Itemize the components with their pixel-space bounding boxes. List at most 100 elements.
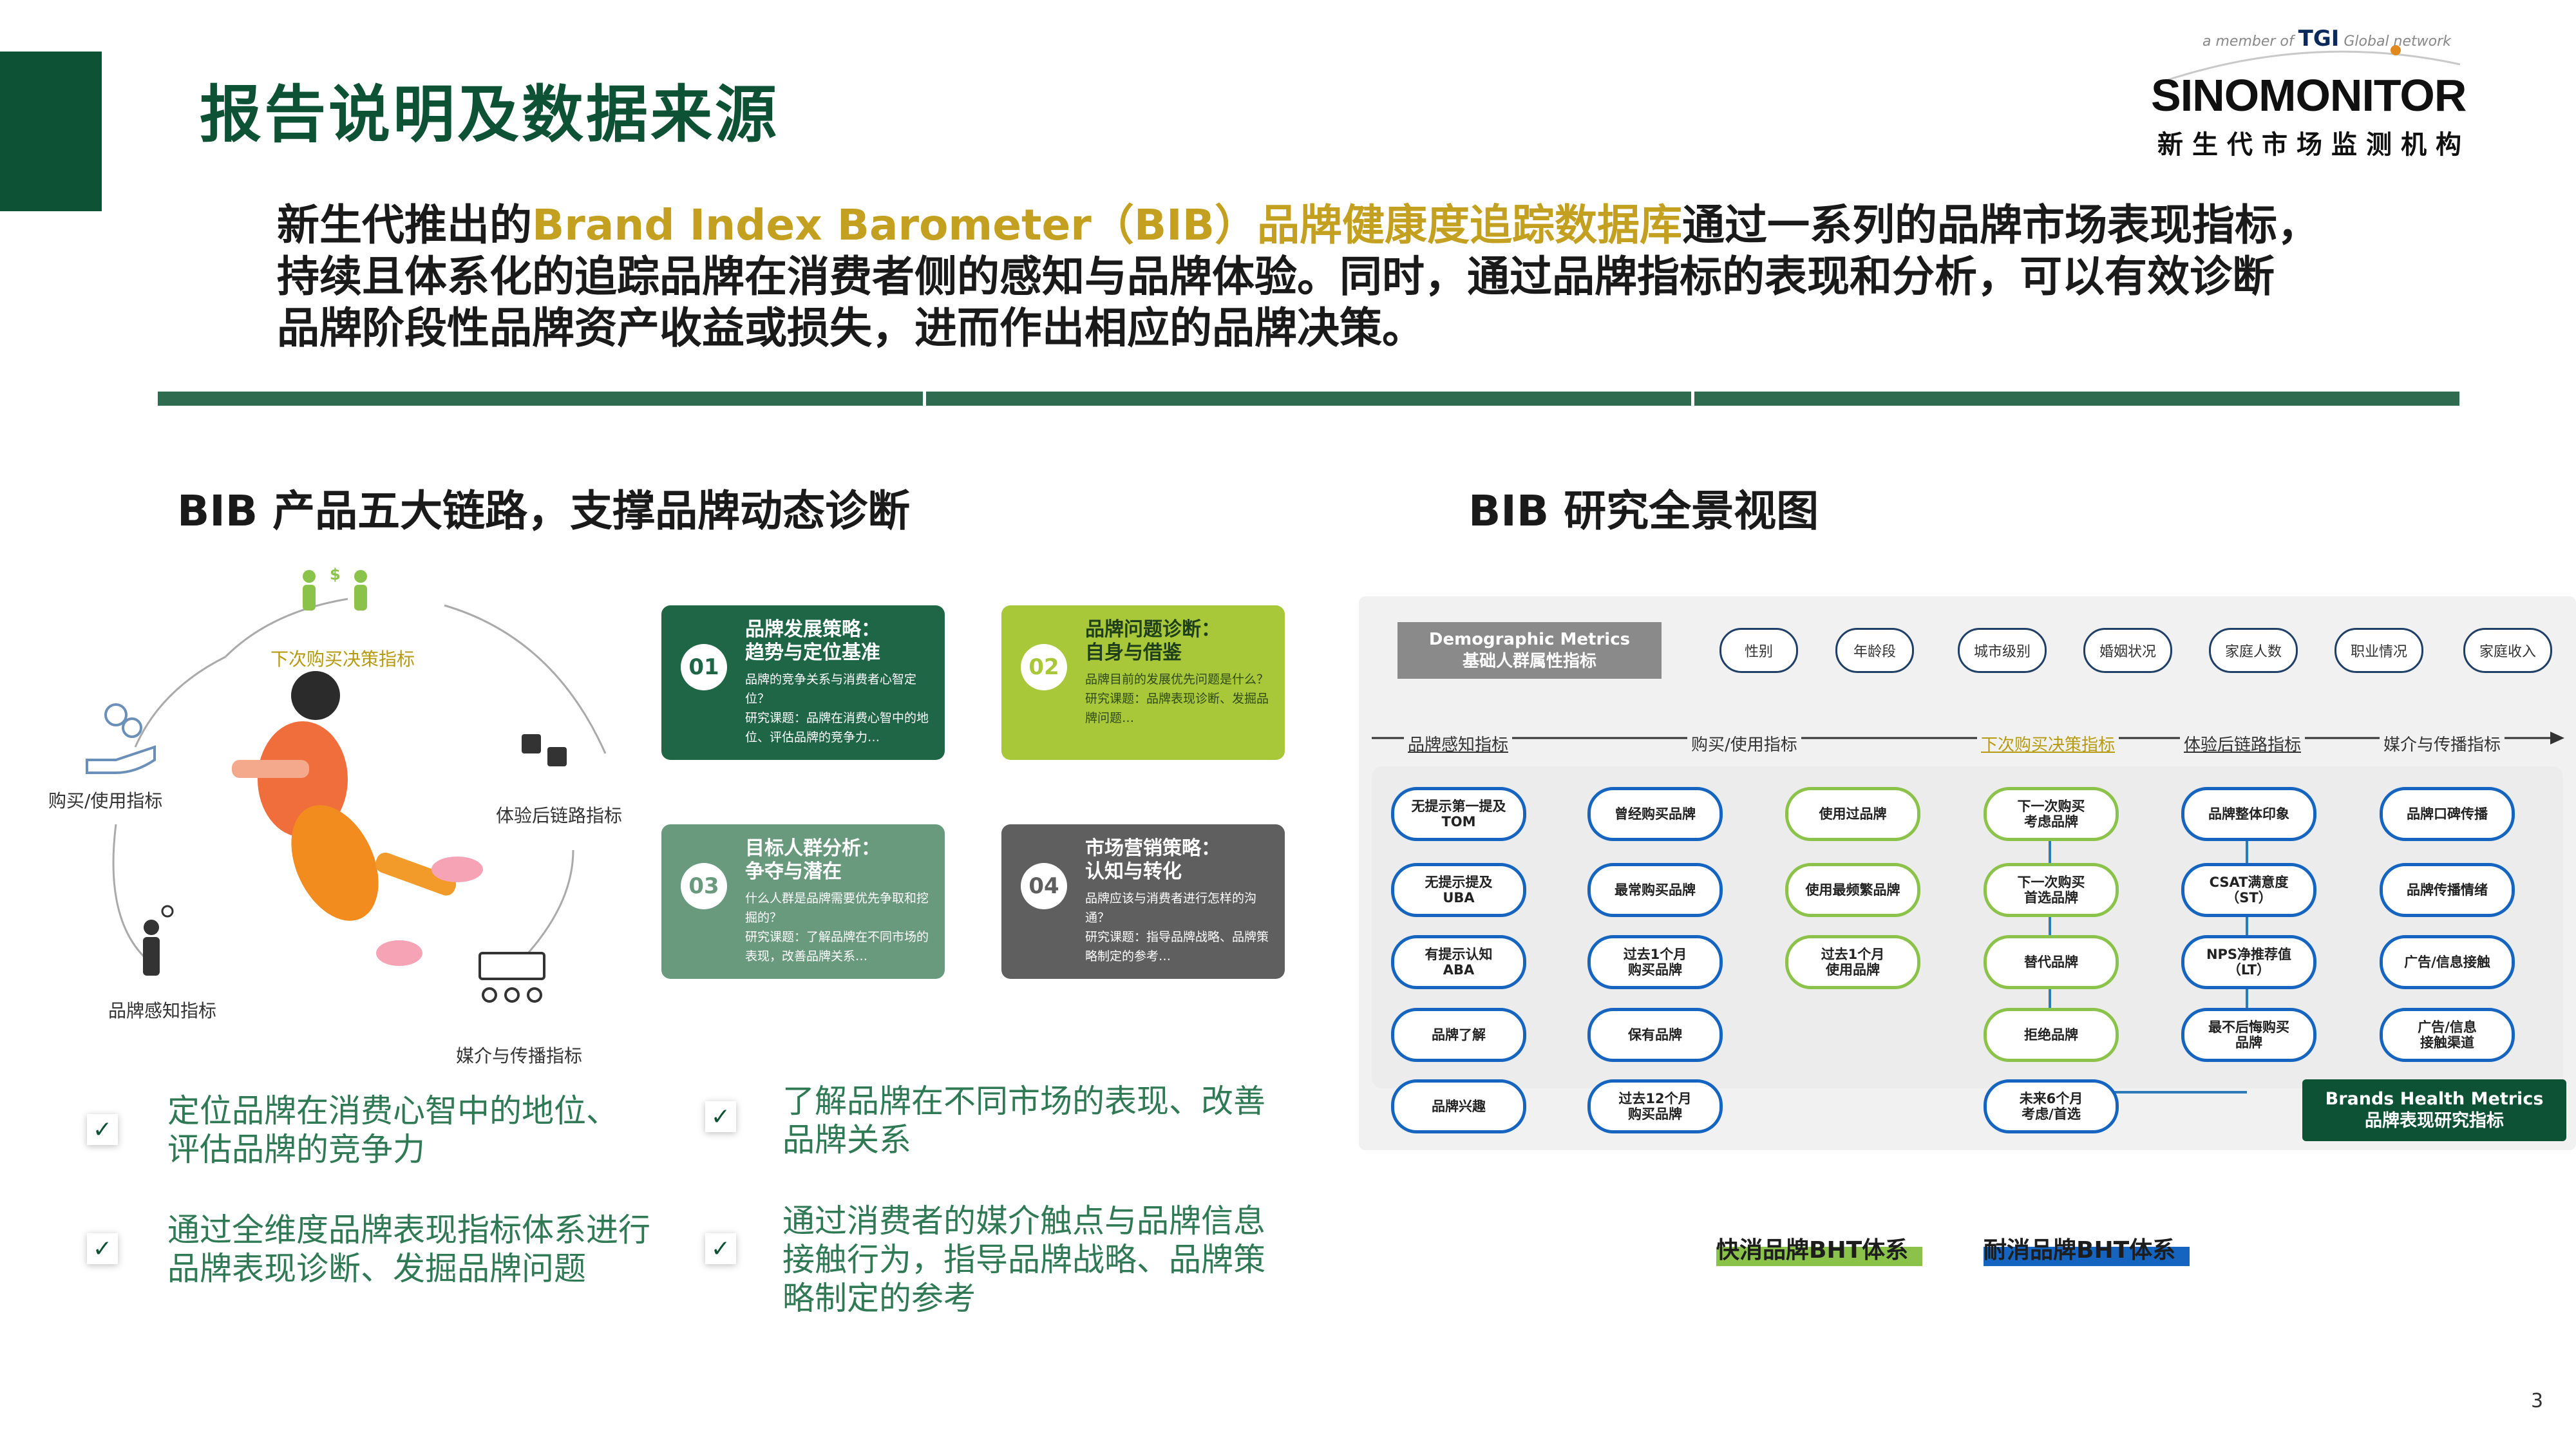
strategy-card-01: 01 品牌发展策略： 趋势与定位基准 品牌的竞争关系与消费者心智定位？ 研究课题：品… xyxy=(661,605,945,760)
bht-cn: 品牌表现研究指标 xyxy=(2365,1111,2504,1131)
cycle-label-post-experience: 体验后链路指标 xyxy=(496,805,623,826)
bullet-line: 了解品牌在不同市场的表现、改善 xyxy=(782,1083,1265,1120)
metric-node: 过去1个月 购买品牌 xyxy=(1587,935,1723,989)
card-body: 品牌的竞争关系与消费者心智定位？ 研究课题：品牌在消费心智中的地位、评估品牌的竞争… xyxy=(745,670,935,747)
card-title-line: 市场营销策略： xyxy=(1085,837,1220,860)
bullet-line: 略制定的参考 xyxy=(782,1280,976,1317)
logo-subtitle: 新生代市场监测机构 xyxy=(2157,130,2470,160)
check-icon: ✓ xyxy=(87,1233,118,1264)
metric-node: 有提示认知 ABA xyxy=(1391,935,1526,989)
metric-node: 过去1个月 使用品牌 xyxy=(1785,935,1920,989)
cycle-arc xyxy=(134,656,226,748)
demographic-metrics-box: Demographic Metrics 基础人群属性指标 xyxy=(1397,622,1662,679)
demographic-pill: 城市级别 xyxy=(1958,628,2047,673)
metric-node: 下一次购买 考虑品牌 xyxy=(1984,787,2119,841)
intro-line-3: 品牌阶段性品牌资产收益或损失，进而作出相应的品牌决策。 xyxy=(277,303,1425,353)
chain-label: 下次购买决策指标 xyxy=(1977,732,2119,755)
bullet-line: 评估品牌的竞争力 xyxy=(167,1131,425,1168)
metric-node: 使用最频繁品牌 xyxy=(1785,863,1920,917)
intro-line1-post: 通过一系列的品牌市场表现指标， xyxy=(1682,200,2320,250)
divider-segment xyxy=(1694,392,2459,406)
intro-line-1: 新生代推出的Brand Index Barometer（BIB）品牌健康度追踪数… xyxy=(277,200,2338,251)
metric-node: 下一次购买 首选品牌 xyxy=(1984,863,2119,917)
intro-line-2: 持续且体系化的追踪品牌在消费者侧的感知与品牌体验。同时，通过品牌指标的表现和分析… xyxy=(277,252,2275,301)
card-body-line: 研究课题：品牌表现诊断、发掘品牌问题… xyxy=(1085,692,1269,725)
card-body-line: 品牌的竞争关系与消费者心智定位？ xyxy=(745,672,917,706)
cycle-arc xyxy=(527,849,574,954)
thinking-person-icon xyxy=(143,905,174,976)
demographic-en: Demographic Metrics xyxy=(1428,630,1631,649)
metric-node: 过去12个月 购买品牌 xyxy=(1587,1079,1723,1133)
bullet-2: 了解品牌在不同市场的表现、改善 品牌关系 xyxy=(782,1082,1265,1159)
metric-node: 无提示提及 UBA xyxy=(1391,863,1526,917)
logo-tgi: TGI xyxy=(2298,26,2340,52)
card-number: 02 xyxy=(1021,644,1067,690)
card-body-line: 品牌应该与消费者进行怎样的沟通？ xyxy=(1085,891,1257,925)
card-body: 品牌目前的发展优先问题是什么？ 研究课题：品牌表现诊断、发掘品牌问题… xyxy=(1085,670,1275,728)
divider-segment xyxy=(926,392,1691,406)
intro-line1-pre: 新生代推出的 xyxy=(277,200,532,250)
bht-en: Brands Health Metrics xyxy=(2325,1089,2544,1109)
card-title-line: 趋势与定位基准 xyxy=(745,641,880,664)
chain-label: 体验后链路指标 xyxy=(2180,732,2306,755)
check-icon: ✓ xyxy=(87,1114,118,1145)
intro-paragraph: 新生代推出的Brand Index Barometer（BIB）品牌健康度追踪数… xyxy=(277,200,2338,354)
cycle-arc xyxy=(444,604,607,754)
card-title-line: 目标人群分析： xyxy=(745,837,880,860)
page-number: 3 xyxy=(2531,1390,2544,1412)
demographic-pill: 性别 xyxy=(1719,628,1798,673)
chain-label: 品牌感知指标 xyxy=(1404,732,1513,755)
card-title: 目标人群分析： 争夺与潜在 xyxy=(745,837,880,884)
brands-health-metrics-box: Brands Health Metrics 品牌表现研究指标 xyxy=(2302,1079,2566,1141)
strategy-card-03: 03 目标人群分析： 争夺与潜在 什么人群是品牌需要优先争取和挖掘的？ 研究课题：了… xyxy=(661,824,945,979)
intro-highlight: Brand Index Barometer（BIB）品牌健康度追踪数据库 xyxy=(532,200,1682,250)
chain-label: 购买/使用指标 xyxy=(1687,732,1801,755)
card-title-line: 自身与借鉴 xyxy=(1085,641,1182,664)
connector-line xyxy=(2049,827,2051,1020)
logo-member-prefix: a member of xyxy=(2202,33,2294,50)
bullet-1: 定位品牌在消费心智中的地位、 评估品牌的竞争力 xyxy=(167,1092,618,1169)
card-body: 品牌应该与消费者进行怎样的沟通？ 研究课题：指导品牌战略、品牌策略制定的参考… xyxy=(1085,889,1275,966)
hand-coins-icon xyxy=(86,703,156,774)
card-title-line: 品牌发展策略： xyxy=(745,618,880,641)
card-body-line: 研究课题：指导品牌战略、品牌策略制定的参考… xyxy=(1085,930,1269,963)
card-title-line: 争夺与潜在 xyxy=(745,860,842,883)
metric-node: 曾经购买品牌 xyxy=(1587,787,1723,841)
cycle-label-brand-perception: 品牌感知指标 xyxy=(108,1000,217,1021)
demographic-pill: 年龄段 xyxy=(1835,628,1914,673)
card-body-line: 研究课题：了解品牌在不同市场的表现，改善品牌关系… xyxy=(745,930,929,963)
strategy-card-02: 02 品牌问题诊断： 自身与借鉴 品牌目前的发展优先问题是什么？ 研究课题：品牌表现… xyxy=(1001,605,1285,760)
cycle-label-media: 媒介与传播指标 xyxy=(456,1045,583,1066)
legend-durable: 耐消品牌BHT体系 xyxy=(1984,1237,2176,1264)
header-accent-block xyxy=(0,52,102,211)
card-title: 品牌问题诊断： 自身与借鉴 xyxy=(1085,618,1220,665)
demographic-pill: 职业情况 xyxy=(2334,628,2423,673)
metric-node: 最常购买品牌 xyxy=(1587,863,1723,917)
card-title: 品牌发展策略： 趋势与定位基准 xyxy=(745,618,880,665)
metric-node: 拒绝品牌 xyxy=(1984,1008,2119,1062)
right-section-title: BIB 研究全景视图 xyxy=(1468,486,1819,536)
metric-node: 最不后悔购买 品牌 xyxy=(2181,1008,2316,1062)
metric-node: 广告/信息 接触渠道 xyxy=(2380,1008,2515,1062)
bullet-line: 品牌表现诊断、发掘品牌问题 xyxy=(167,1250,586,1287)
bullet-4: 通过消费者的媒介触点与品牌信息 接触行为，指导品牌战略、品牌策 略制定的参考 xyxy=(782,1202,1265,1318)
flying-woman-illustration xyxy=(232,671,483,966)
cycle-diagram: $ xyxy=(86,567,607,1003)
divider-segment xyxy=(158,392,923,406)
bullet-line: 通过全维度品牌表现指标体系进行 xyxy=(167,1211,650,1249)
strategy-card-04: 04 市场营销策略： 认知与转化 品牌应该与消费者进行怎样的沟通？ 研究课题：指导品… xyxy=(1001,824,1285,979)
metric-node: 品牌传播情绪 xyxy=(2380,863,2515,917)
media-chat-icon xyxy=(478,952,545,1003)
demographic-pill: 婚姻状况 xyxy=(2083,628,2172,673)
check-icon: ✓ xyxy=(705,1233,736,1264)
metric-node: 使用过品牌 xyxy=(1785,787,1920,841)
card-title-line: 品牌问题诊断： xyxy=(1085,618,1220,641)
logo-name: SINOMONITOR xyxy=(2151,70,2467,120)
card-number: 03 xyxy=(681,863,727,909)
metric-node: 品牌整体印象 xyxy=(2181,787,2316,841)
card-number: 01 xyxy=(681,644,727,690)
bullet-line: 定位品牌在消费心智中的地位、 xyxy=(167,1092,618,1130)
card-body: 什么人群是品牌需要优先争取和挖掘的？ 研究课题：了解品牌在不同市场的表现，改善品牌… xyxy=(745,889,935,966)
card-body-line: 研究课题：品牌在消费心智中的地位、评估品牌的竞争力… xyxy=(745,711,929,744)
metric-node: 品牌了解 xyxy=(1391,1008,1526,1062)
